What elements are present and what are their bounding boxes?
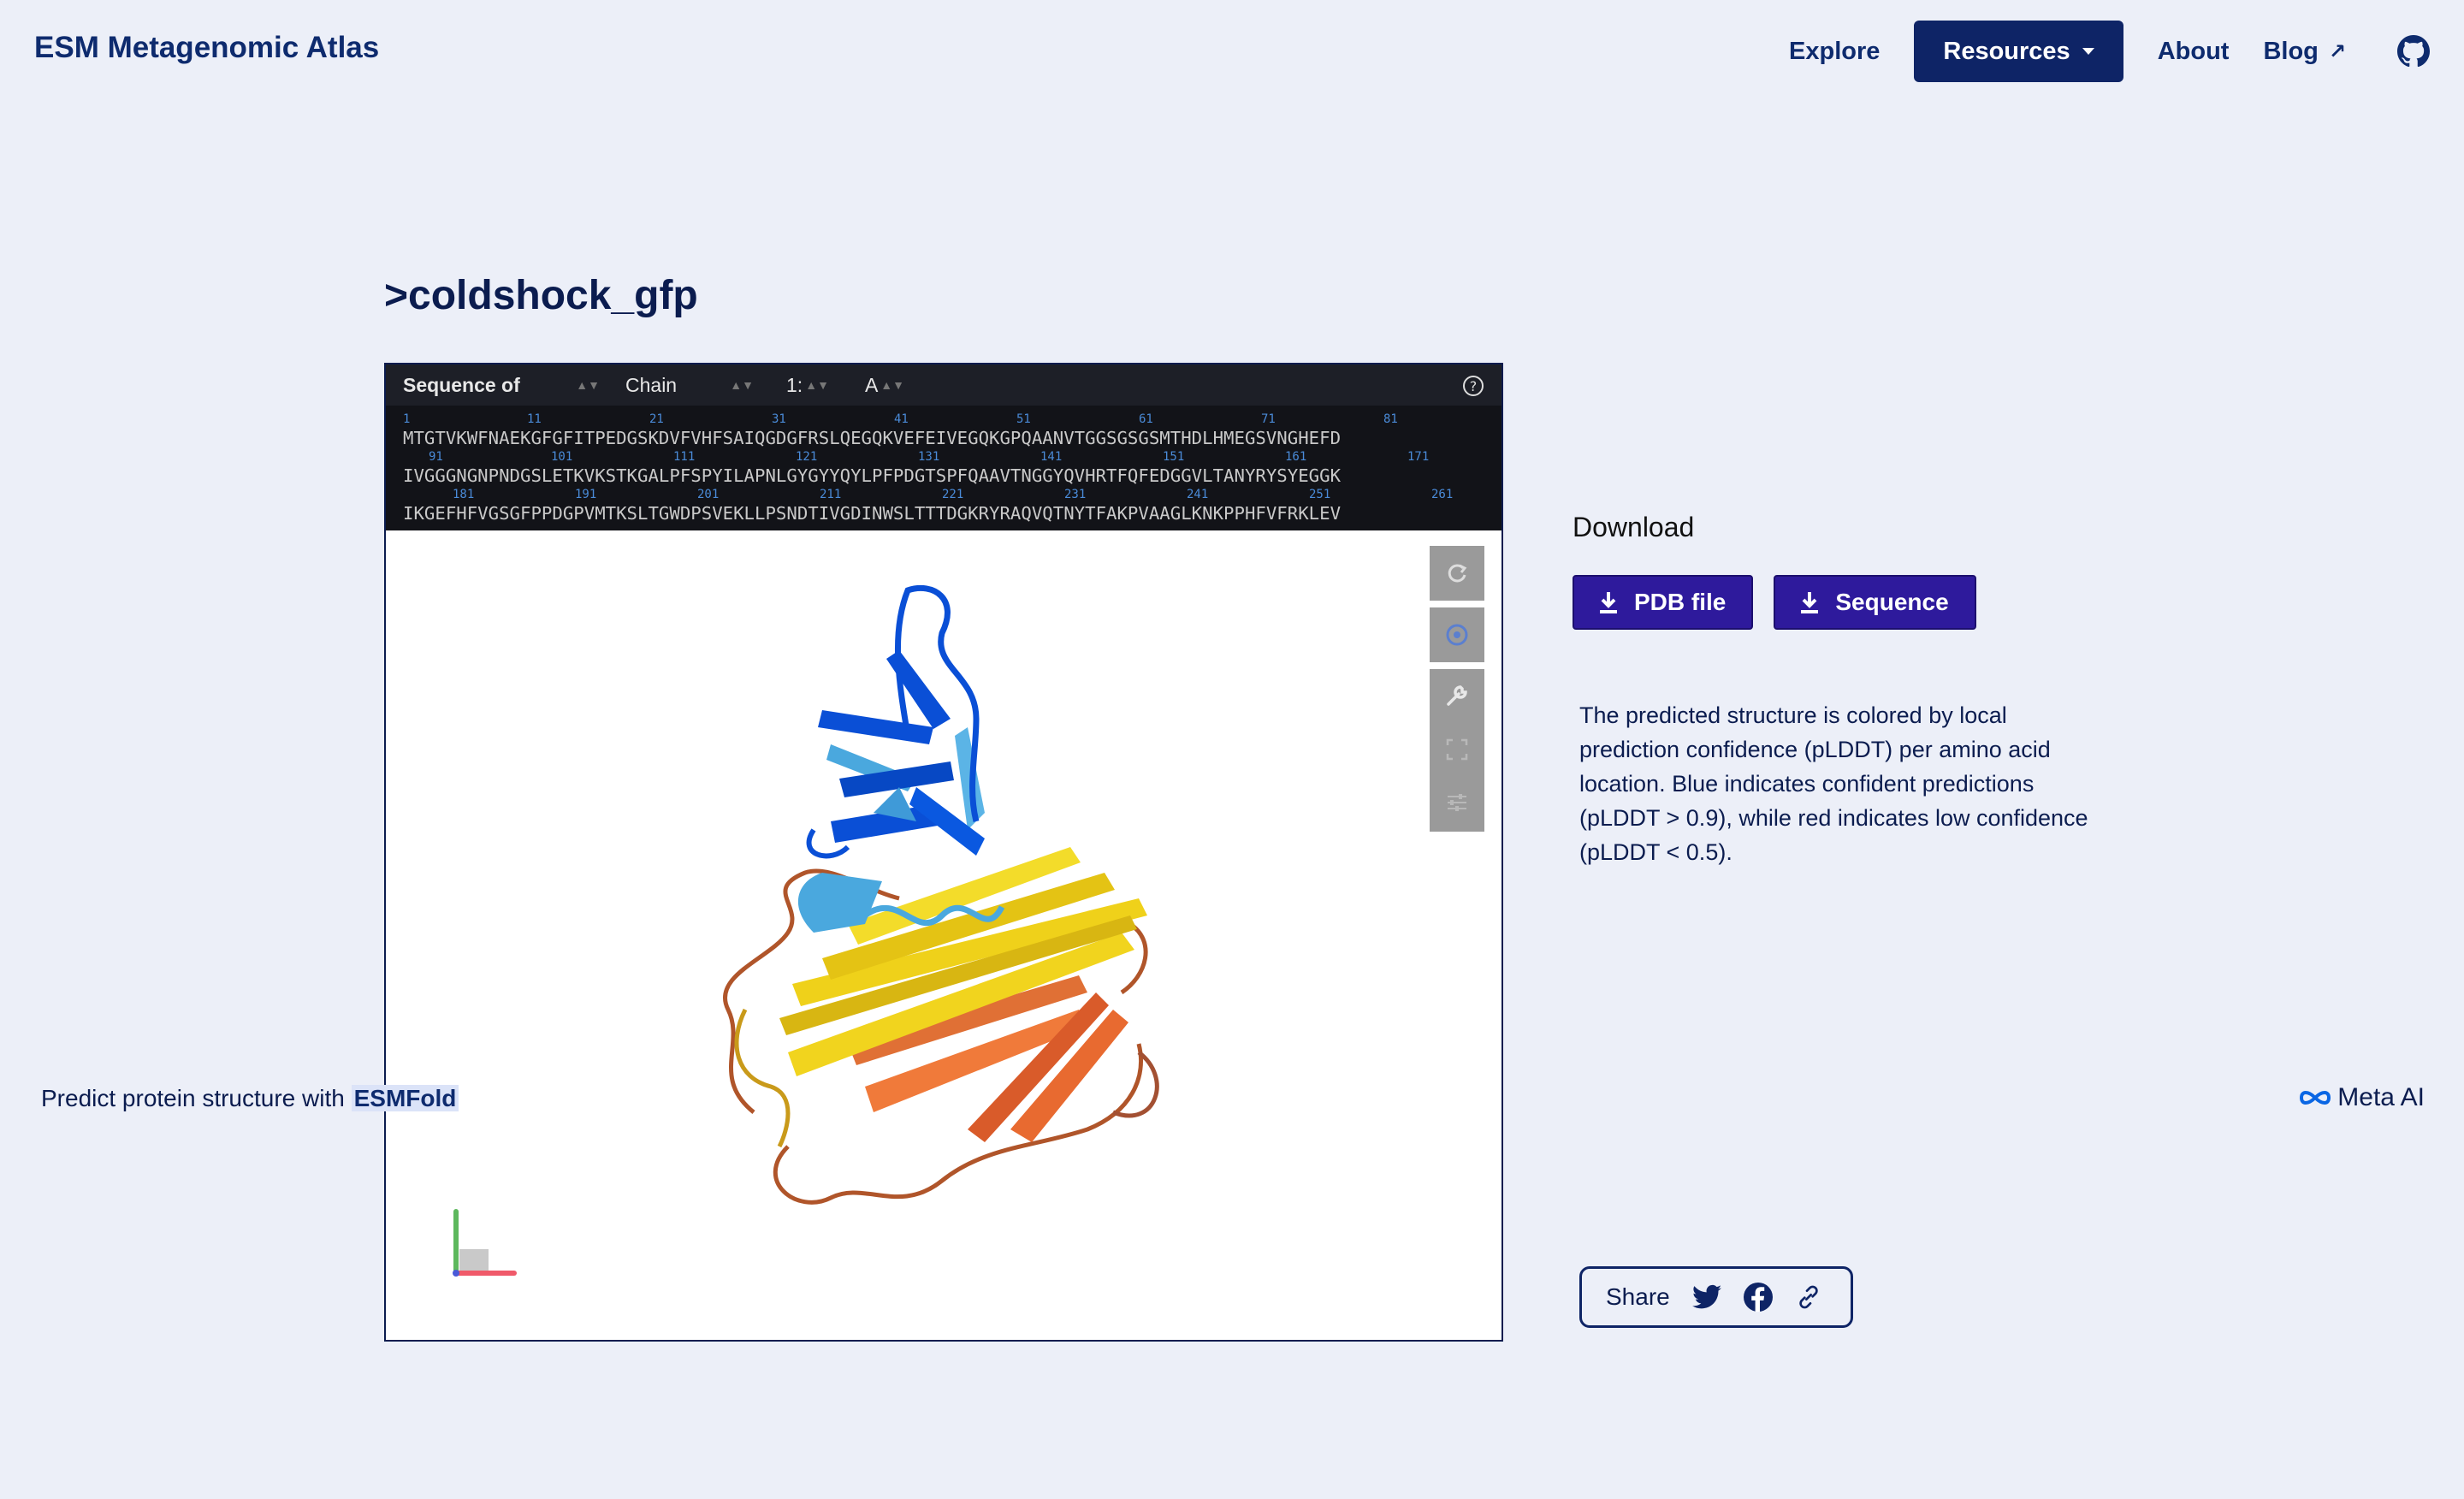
svg-text:?: ? (1470, 378, 1478, 394)
coil-loop (1120, 921, 1148, 995)
chain-id-select[interactable]: A ▲▼ (865, 374, 904, 397)
sequence-lines: 1 11 21 31 41 51 61 71 81 MTGTVKWFNAEKGF… (403, 412, 1484, 525)
sequence-row[interactable]: MTGTVKWFNAEKGFGFITPEDGSKDVFVHFSAIQGDGFRS… (403, 426, 1484, 450)
select-arrows-icon: ▲▼ (576, 378, 600, 392)
share-label: Share (1606, 1283, 1670, 1310)
sequence-of-label: Sequence of (403, 373, 520, 396)
meta-ai-logo[interactable]: Meta AI (2298, 1083, 2425, 1112)
chevron-down-icon (2082, 48, 2094, 55)
page-title: >coldshock_gfp (384, 273, 698, 318)
brand-title[interactable]: ESM Metagenomic Atlas (34, 31, 379, 65)
confidence-description: The predicted structure is colored by lo… (1579, 702, 2088, 865)
sequence-of-select[interactable]: Sequence of ▲▼ (403, 374, 600, 397)
chain-label: Chain (625, 373, 678, 396)
sequence-panel: Sequence of ▲▼ Chain ▲▼ 1: ▲▼ A ▲▼ ? 1 1 (386, 364, 1502, 530)
index-select[interactable]: 1: ▲▼ (786, 374, 829, 397)
index-label: 1: (786, 373, 803, 396)
nav-resources-label: Resources (1943, 37, 2070, 65)
download-sequence-label: Sequence (1835, 589, 1949, 615)
link-icon[interactable] (1795, 1283, 1822, 1311)
help-icon[interactable]: ? (1462, 375, 1484, 402)
chain-id-label: A (865, 373, 879, 396)
rotate-icon[interactable] (1430, 546, 1484, 601)
chain-select[interactable]: Chain ▲▼ (625, 374, 754, 397)
structure-viewer[interactable]: Sequence of ▲▼ Chain ▲▼ 1: ▲▼ A ▲▼ ? 1 1 (384, 363, 1503, 1342)
nav-resources-button[interactable]: Resources (1914, 21, 2123, 82)
expand-icon[interactable] (1446, 738, 1468, 765)
top-nav: Explore Resources About Blog ↗ (1755, 21, 2430, 82)
nav-blog-label: Blog (2263, 37, 2319, 65)
sliders-icon[interactable] (1445, 791, 1469, 819)
select-arrows-icon: ▲▼ (880, 378, 904, 392)
download-pdb-label: PDB file (1634, 589, 1727, 615)
external-link-icon: ↗ (2328, 39, 2346, 63)
predict-text: Predict protein structure with (41, 1085, 345, 1111)
sequence-row[interactable]: IVGGGNGNPNDGSLETKVKSTKGALPFSPYILAPNLGYGY… (403, 464, 1484, 488)
axes-helper-icon (453, 1209, 517, 1277)
target-icon[interactable] (1430, 607, 1484, 662)
meta-infinity-icon (2300, 1091, 2331, 1105)
protein-structure-canvas[interactable] (386, 530, 1502, 1340)
sequence-controls: Sequence of ▲▼ Chain ▲▼ 1: ▲▼ A ▲▼ ? (386, 364, 1502, 406)
select-arrows-icon: ▲▼ (730, 378, 754, 392)
nav-blog[interactable]: Blog ↗ (2263, 38, 2346, 66)
download-icon (1600, 592, 1617, 613)
sequence-numbers: 1 11 21 31 41 51 61 71 81 (403, 412, 1398, 426)
meta-ai-label: Meta AI (2337, 1083, 2425, 1111)
download-heading: Download (1573, 512, 1695, 542)
sequence-row[interactable]: IKGEFHFVGSGFPPDGPVMTKSLTGWDPSVEKLLPSNDTI… (403, 501, 1484, 525)
settings-group (1430, 669, 1484, 832)
download-sequence-button[interactable]: Sequence (1774, 575, 1976, 630)
github-icon[interactable] (2397, 35, 2430, 68)
sequence-numbers: 181 191 201 211 221 231 241 251 261 (453, 488, 1454, 501)
nav-explore[interactable]: Explore (1789, 38, 1880, 66)
download-icon (1801, 592, 1819, 613)
download-pdb-button[interactable]: PDB file (1573, 575, 1754, 630)
predict-banner: Predict protein structure with ESMFold (41, 1085, 459, 1112)
nav-about[interactable]: About (2158, 38, 2230, 66)
viewer-toolbar (1430, 546, 1484, 838)
wrench-icon[interactable] (1443, 682, 1471, 714)
beta-strand (886, 650, 951, 729)
download-buttons: PDB file Sequence (1573, 575, 1997, 630)
twitter-icon[interactable] (1691, 1284, 1721, 1310)
esmfold-link[interactable]: ESMFold (351, 1085, 459, 1111)
sequence-numbers: 91 101 111 121 131 141 151 161 171 (429, 450, 1430, 464)
facebook-icon[interactable] (1743, 1283, 1773, 1312)
beta-strand (818, 710, 933, 744)
coil-loop (734, 1008, 791, 1148)
share-box: Share (1579, 1266, 1853, 1328)
select-arrows-icon: ▲▼ (805, 378, 829, 392)
